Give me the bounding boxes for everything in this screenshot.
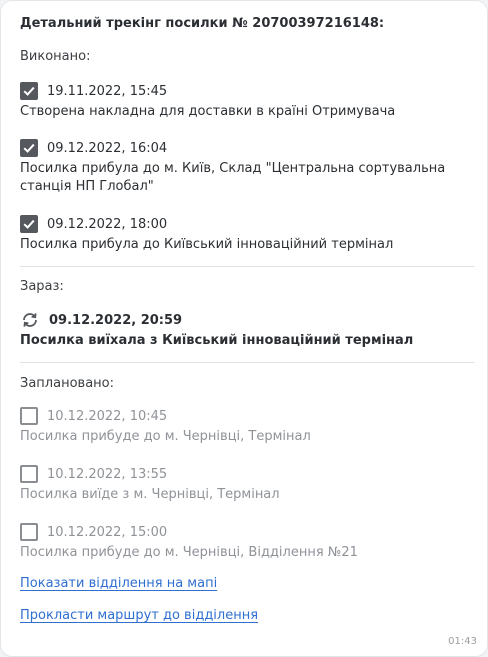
event-description: Створена накладна для доставки в країні … — [20, 104, 396, 119]
event-datetime: 10.12.2022, 13:55 — [47, 466, 168, 482]
planned-event-3: 10.12.2022, 15:00 Посилка прибуде до м. … — [20, 522, 460, 562]
event-description: Посилка прибула до м. Київ, Склад "Центр… — [20, 161, 446, 194]
build-route-link[interactable]: Прокласти маршрут до відділення — [20, 608, 258, 623]
planned-event-2: 10.12.2022, 13:55 Посилка виїде з м. Чер… — [20, 464, 460, 504]
planned-section-label: Заплановано: — [20, 376, 114, 391]
message-timestamp: 01:43 — [448, 636, 477, 647]
checked-checkbox-icon — [20, 82, 38, 100]
event-description: Посилка прибула до Київський інноваційни… — [20, 237, 394, 252]
checked-checkbox-icon — [20, 215, 38, 233]
now-section-label: Зараз: — [20, 279, 64, 294]
event-datetime: 09.12.2022, 20:59 — [49, 312, 183, 328]
event-description: Посилка прибуде до м. Чернівці, Термінал — [20, 429, 311, 444]
refresh-icon — [20, 310, 40, 330]
section-divider — [20, 266, 475, 267]
unchecked-checkbox-icon — [20, 407, 38, 425]
event-datetime: 19.11.2022, 15:45 — [47, 83, 168, 99]
done-section-label: Виконано: — [20, 49, 91, 64]
current-event: 09.12.2022, 20:59 Посилка виїхала з Київ… — [20, 310, 460, 350]
show-branch-on-map-link[interactable]: Показати відділення на мапі — [20, 576, 217, 591]
unchecked-checkbox-icon — [20, 465, 38, 483]
section-divider — [20, 362, 475, 363]
done-event-2: 09.12.2022, 16:04 Посилка прибула до м. … — [20, 138, 460, 196]
planned-event-1: 10.12.2022, 10:45 Посилка прибуде до м. … — [20, 406, 460, 446]
event-datetime: 09.12.2022, 18:00 — [47, 216, 168, 232]
done-event-1: 19.11.2022, 15:45 Створена накладна для … — [20, 81, 460, 121]
checked-checkbox-icon — [20, 139, 38, 157]
event-description: Посилка виїхала з Київський інноваційний… — [20, 333, 414, 348]
event-datetime: 09.12.2022, 16:04 — [47, 140, 168, 156]
tracking-message-card: Детальний трекінг посилки № 207003972161… — [0, 0, 488, 657]
event-description: Посилка прибуде до м. Чернівці, Відділен… — [20, 545, 358, 560]
done-event-3: 09.12.2022, 18:00 Посилка прибула до Киї… — [20, 214, 460, 254]
unchecked-checkbox-icon — [20, 523, 38, 541]
event-description: Посилка виїде з м. Чернівці, Термінал — [20, 487, 280, 502]
event-datetime: 10.12.2022, 15:00 — [47, 524, 168, 540]
tracking-title: Детальний трекінг посилки № 207003972161… — [20, 16, 385, 31]
event-datetime: 10.12.2022, 10:45 — [47, 408, 168, 424]
